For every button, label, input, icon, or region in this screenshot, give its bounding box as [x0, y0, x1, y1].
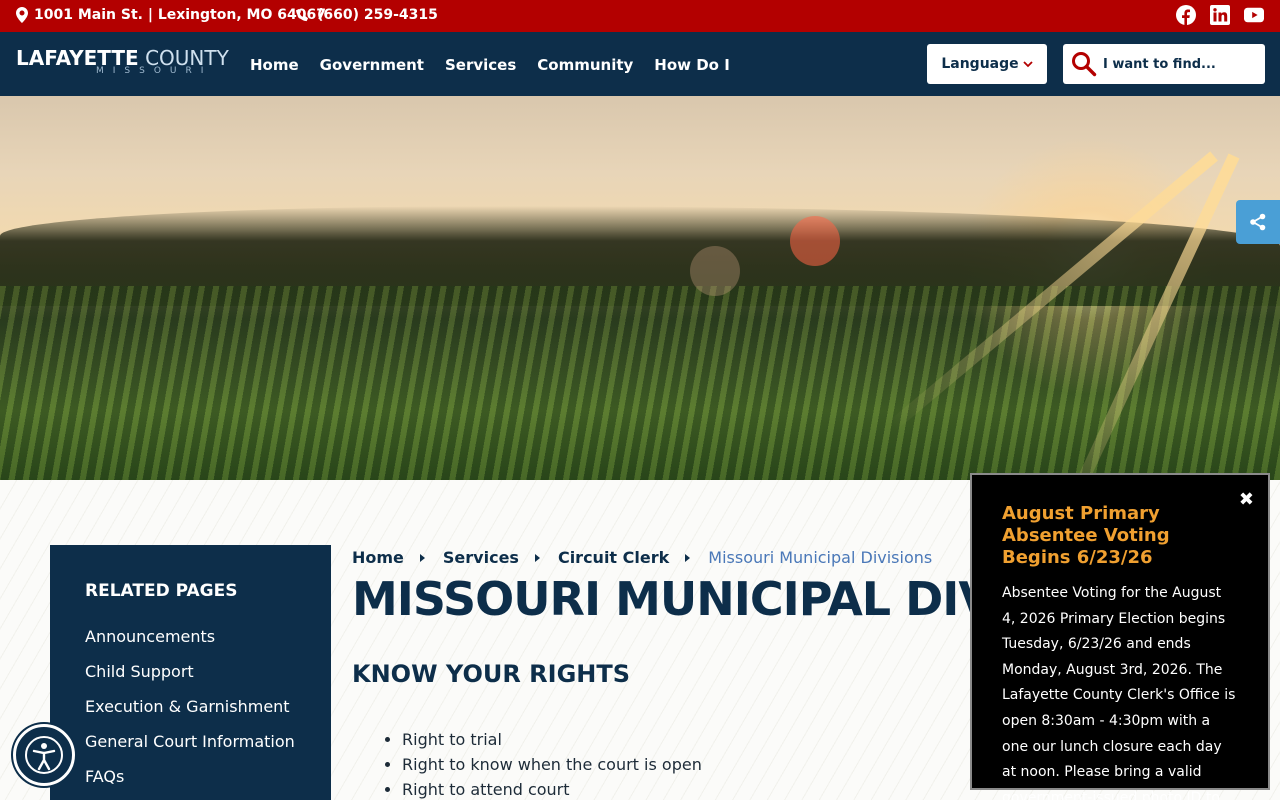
sidebar-item-announcements[interactable]: Announcements: [85, 627, 331, 646]
search-input[interactable]: [1103, 56, 1253, 72]
list-item: Right to know when the court is open: [402, 755, 702, 774]
nav-how-do-i[interactable]: How Do I: [654, 56, 730, 74]
language-button[interactable]: Language: [927, 44, 1047, 84]
address[interactable]: 1001 Main St. | Lexington, MO 64067: [16, 7, 326, 23]
accessibility-button[interactable]: [13, 724, 75, 786]
address-text: 1001 Main St. | Lexington, MO 64067: [34, 7, 326, 23]
close-icon[interactable]: ✖: [1239, 489, 1254, 510]
linkedin-icon[interactable]: [1210, 5, 1230, 25]
hero-image: [0, 96, 1280, 480]
sidebar-item-child-support[interactable]: Child Support: [85, 662, 331, 681]
breadcrumb-services[interactable]: Services: [443, 548, 519, 567]
phone[interactable]: (660) 259-4315: [296, 7, 438, 23]
rights-list: Right to trial Right to know when the co…: [402, 730, 702, 800]
accessibility-icon: [25, 736, 63, 774]
alert-body: Absentee Voting for the August 4, 2026 P…: [1002, 585, 1236, 800]
share-icon: [1250, 213, 1266, 231]
alert-title: August Primary Absentee Voting Begins 6/…: [1002, 503, 1170, 568]
social-links: [1176, 5, 1264, 25]
chevron-down-icon: [1023, 60, 1033, 67]
hero-flare: [790, 216, 840, 266]
related-pages-sidebar: RELATED PAGES Announcements Child Suppor…: [50, 545, 331, 800]
hero-field: [0, 286, 1280, 480]
top-utility-bar: 1001 Main St. | Lexington, MO 64067 (660…: [0, 0, 1280, 32]
nav-services[interactable]: Services: [445, 56, 516, 74]
youtube-icon[interactable]: [1244, 5, 1264, 25]
nav-community[interactable]: Community: [537, 56, 633, 74]
breadcrumb-separator-icon: [419, 553, 425, 562]
alert-popup: ✖ August Primary Absentee Voting Begins …: [970, 473, 1270, 800]
share-button[interactable]: [1236, 200, 1280, 244]
site-logo[interactable]: LAFAYETTE COUNTY MISSOURI: [16, 46, 230, 82]
language-label: Language: [941, 56, 1019, 72]
sidebar-item-general-court-information[interactable]: General Court Information: [85, 732, 331, 751]
breadcrumb-separator-icon: [685, 553, 691, 562]
logo-subtext: MISSOURI: [96, 66, 213, 76]
breadcrumb-current: Missouri Municipal Divisions: [708, 548, 933, 567]
phone-icon: [296, 8, 309, 21]
breadcrumb-circuit-clerk[interactable]: Circuit Clerk: [558, 548, 669, 567]
main-navbar: LAFAYETTE COUNTY MISSOURI Home Governmen…: [0, 32, 1280, 96]
breadcrumb-home[interactable]: Home: [352, 548, 404, 567]
facebook-icon[interactable]: [1176, 5, 1196, 25]
breadcrumb-separator-icon: [534, 553, 540, 562]
nav-government[interactable]: Government: [320, 56, 424, 74]
list-item: Right to trial: [402, 730, 702, 749]
hero-flare: [690, 246, 740, 296]
sidebar-item-faqs[interactable]: FAQs: [85, 767, 331, 786]
nav-home[interactable]: Home: [250, 56, 299, 74]
list-item: Right to attend court: [402, 780, 702, 799]
section-title: KNOW YOUR RIGHTS: [352, 660, 631, 688]
primary-nav: Home Government Services Community How D…: [250, 56, 730, 74]
sidebar-title: RELATED PAGES: [85, 581, 238, 601]
search-icon[interactable]: [1071, 51, 1097, 77]
breadcrumb: Home Services Circuit Clerk Missouri Mun…: [352, 548, 932, 567]
sidebar-item-execution-garnishment[interactable]: Execution & Garnishment: [85, 697, 331, 716]
phone-text: (660) 259-4315: [317, 7, 438, 23]
search-box: [1063, 44, 1265, 84]
map-pin-icon: [16, 7, 28, 23]
